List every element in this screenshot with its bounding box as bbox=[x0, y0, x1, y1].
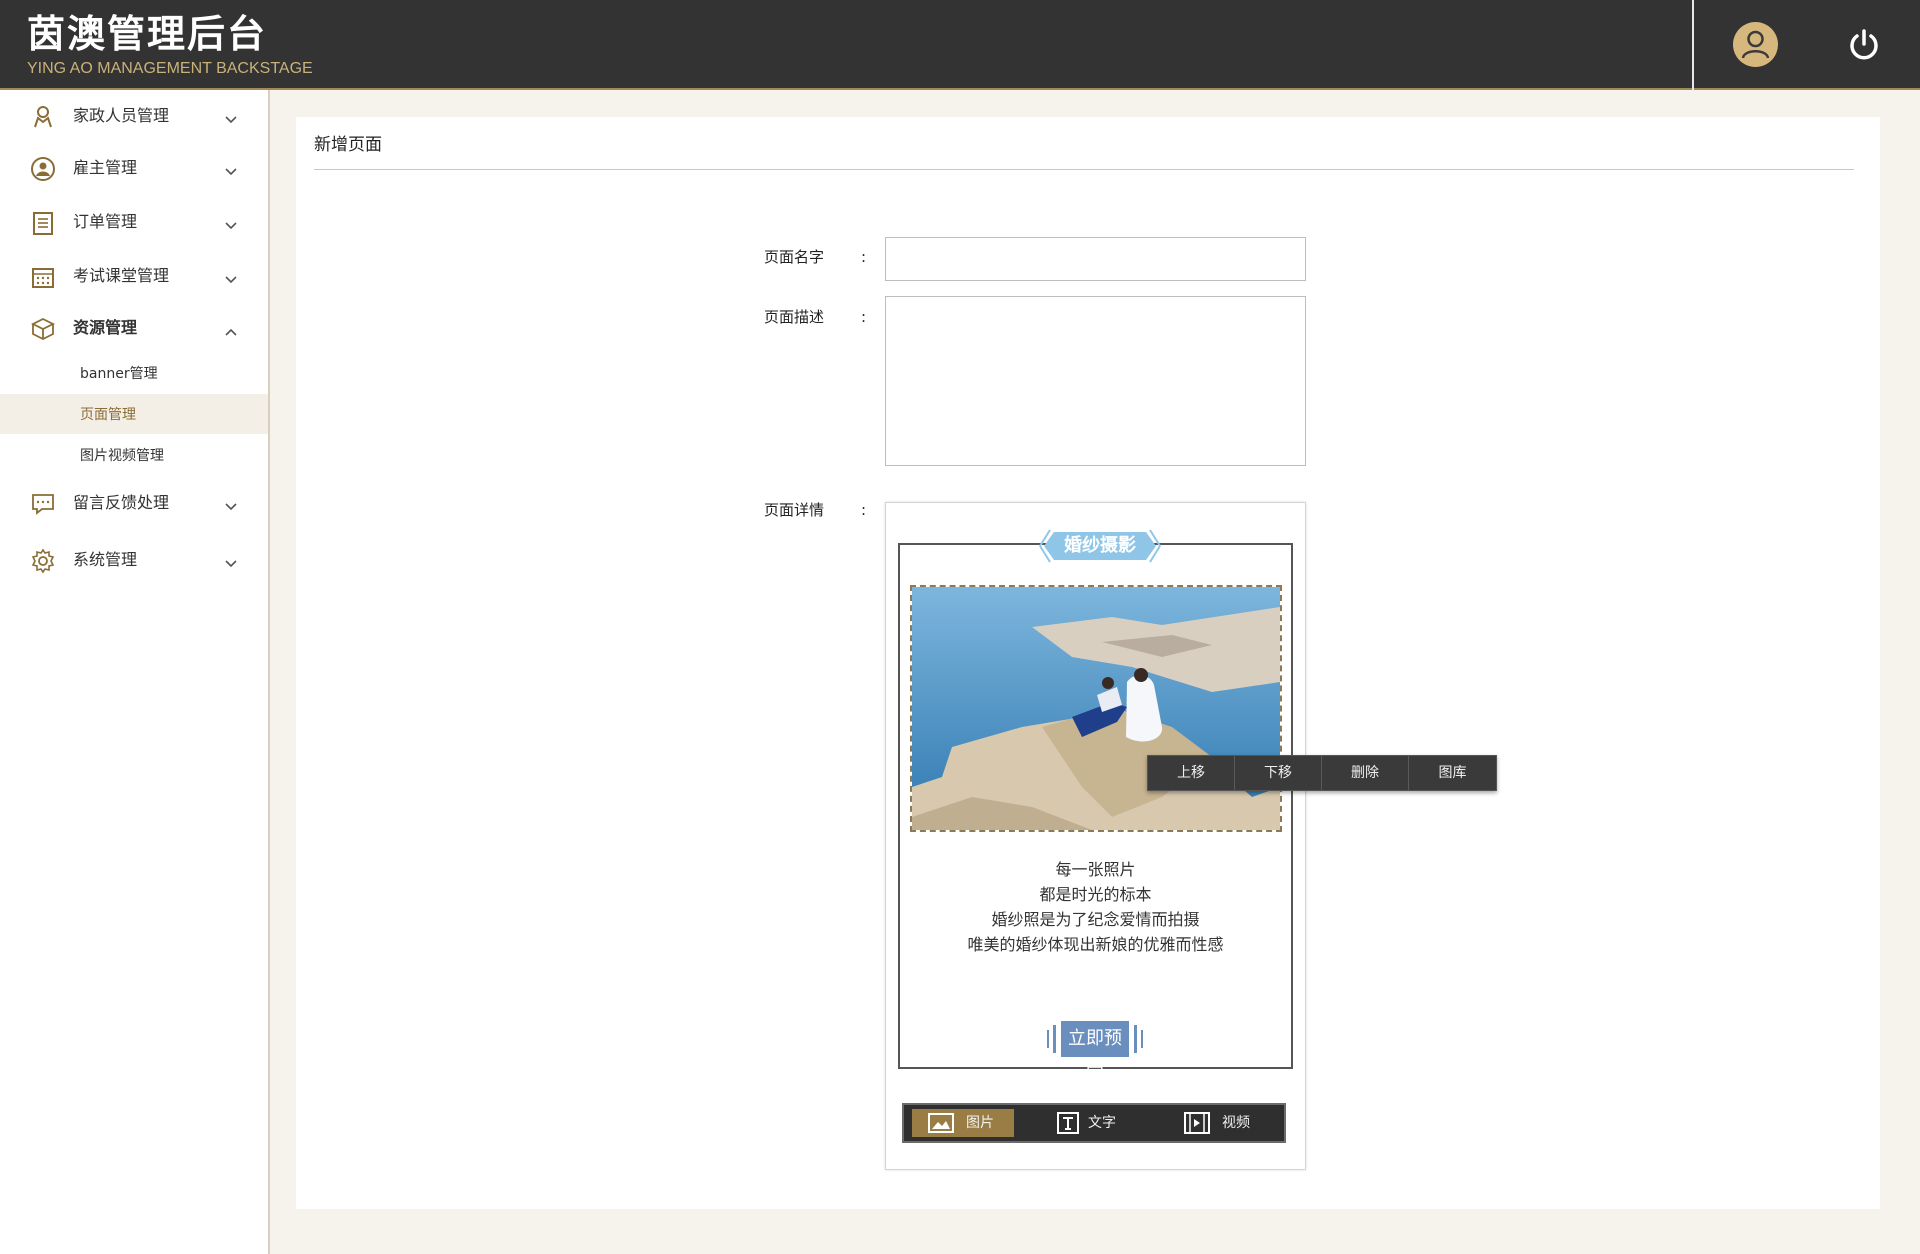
caption-line: 都是时光的标本 bbox=[1039, 885, 1152, 904]
sidebar-subitem-label: 页面管理 bbox=[80, 407, 136, 423]
chevron-down-icon bbox=[224, 497, 238, 511]
ribbon-title: 婚纱摄影 bbox=[1064, 535, 1136, 556]
housekeeper-icon bbox=[30, 104, 56, 130]
caption-line: 每一张照片 bbox=[1055, 860, 1136, 879]
chevron-down-icon bbox=[224, 554, 238, 568]
sidebar: 家政人员管理 雇主管理 订单管理 考试课堂管理 资源管理 banner管理 页面… bbox=[0, 90, 270, 1254]
text-icon bbox=[1056, 1111, 1082, 1135]
book-button-bar bbox=[1047, 1030, 1049, 1048]
delete-button[interactable]: 删除 bbox=[1322, 756, 1409, 790]
app-subtitle: YING AO MANAGEMENT BACKSTAGE bbox=[27, 60, 313, 77]
insert-text-button[interactable]: 文字 bbox=[1040, 1109, 1140, 1137]
order-icon bbox=[30, 210, 56, 236]
sidebar-item-housekeeper[interactable]: 家政人员管理 bbox=[0, 94, 268, 138]
sidebar-subitem-label: banner管理 bbox=[80, 366, 158, 382]
sidebar-item-system[interactable]: 系统管理 bbox=[0, 538, 268, 582]
chevron-down-icon bbox=[224, 270, 238, 284]
message-icon bbox=[30, 491, 56, 517]
chevron-down-icon bbox=[224, 162, 238, 176]
sidebar-item-label: 订单管理 bbox=[73, 212, 138, 231]
page-desc-label: 页面描述 bbox=[764, 308, 825, 326]
gallery-button[interactable]: 图库 bbox=[1409, 756, 1496, 790]
insert-toolbar: 图片 文字 视频 bbox=[902, 1103, 1286, 1143]
insert-image-button[interactable]: 图片 bbox=[912, 1109, 1014, 1137]
book-button-bar bbox=[1053, 1025, 1056, 1053]
title-ribbon: 婚纱摄影 bbox=[1030, 527, 1170, 565]
power-icon[interactable] bbox=[1846, 27, 1882, 63]
sidebar-item-label: 家政人员管理 bbox=[73, 106, 170, 125]
block-action-popup: 上移 下移 删除 图库 bbox=[1147, 755, 1497, 791]
page-detail-label: 页面详情 bbox=[764, 501, 825, 519]
caption-line: 婚纱照是为了纪念爱情而拍摄 bbox=[991, 910, 1200, 929]
insert-text-label: 文字 bbox=[1088, 1115, 1116, 1131]
sidebar-subitem-label: 图片视频管理 bbox=[80, 448, 164, 464]
video-icon bbox=[1184, 1111, 1210, 1135]
brand: 茵澳管理后台 YING AO MANAGEMENT BACKSTAGE bbox=[27, 12, 313, 80]
sidebar-item-label: 雇主管理 bbox=[73, 158, 138, 177]
page-name-input[interactable] bbox=[885, 237, 1306, 281]
image-icon bbox=[928, 1111, 954, 1135]
chevron-down-icon bbox=[224, 216, 238, 230]
move-up-button[interactable]: 上移 bbox=[1148, 756, 1235, 790]
page-title: 新增页面 bbox=[314, 135, 382, 155]
caption-line: 唯美的婚纱体现出新娘的优雅而性感 bbox=[967, 935, 1224, 954]
sidebar-item-exam-class[interactable]: 考试课堂管理 bbox=[0, 254, 268, 298]
move-down-button[interactable]: 下移 bbox=[1235, 756, 1322, 790]
sidebar-subitem-media[interactable]: 图片视频管理 bbox=[0, 435, 268, 475]
gear-icon bbox=[30, 548, 56, 574]
insert-video-button[interactable]: 视频 bbox=[1168, 1109, 1278, 1137]
chevron-up-icon bbox=[224, 322, 238, 336]
sidebar-item-feedback[interactable]: 留言反馈处理 bbox=[0, 481, 268, 525]
insert-image-label: 图片 bbox=[966, 1115, 994, 1131]
sidebar-item-label: 系统管理 bbox=[73, 550, 138, 569]
cube-icon bbox=[30, 316, 56, 342]
colon: : bbox=[861, 308, 867, 326]
colon: : bbox=[861, 248, 867, 266]
app-title: 茵澳管理后台 bbox=[27, 12, 268, 56]
sidebar-item-label: 资源管理 bbox=[73, 318, 138, 337]
sidebar-item-label: 留言反馈处理 bbox=[73, 493, 170, 512]
wedding-photo[interactable] bbox=[910, 585, 1282, 832]
sidebar-item-orders[interactable]: 订单管理 bbox=[0, 200, 268, 244]
book-button-bar bbox=[1134, 1025, 1137, 1053]
top-header: 茵澳管理后台 YING AO MANAGEMENT BACKSTAGE bbox=[0, 0, 1920, 90]
preview-frame: 婚纱摄影 每一张照片 都是时光的标本 婚纱照是为了纪念爱情而拍摄 唯美的婚纱体现… bbox=[898, 529, 1293, 1085]
sidebar-item-employer[interactable]: 雇主管理 bbox=[0, 146, 268, 190]
page-detail-preview: 婚纱摄影 每一张照片 都是时光的标本 婚纱照是为了纪念爱情而拍摄 唯美的婚纱体现… bbox=[885, 502, 1306, 1170]
book-now-label: 立即预定 bbox=[1061, 1021, 1129, 1085]
employer-icon bbox=[30, 156, 56, 182]
book-now-button[interactable]: 立即预定 bbox=[1047, 1021, 1143, 1085]
page-name-label: 页面名字 bbox=[764, 248, 825, 266]
page-desc-textarea[interactable] bbox=[885, 296, 1306, 466]
header-divider bbox=[1692, 0, 1694, 90]
content-card: 新增页面 页面名字 : 页面描述 : 页面详情 : 婚纱摄影 每一张照片 都是时… bbox=[296, 117, 1880, 1209]
sidebar-subitem-banner[interactable]: banner管理 bbox=[0, 353, 268, 393]
title-divider bbox=[314, 169, 1854, 170]
calendar-icon bbox=[30, 264, 56, 290]
sidebar-item-label: 考试课堂管理 bbox=[73, 266, 170, 285]
sidebar-subitem-pages[interactable]: 页面管理 bbox=[0, 394, 268, 434]
sidebar-item-resources[interactable]: 资源管理 bbox=[0, 306, 268, 350]
colon: : bbox=[861, 501, 867, 519]
insert-video-label: 视频 bbox=[1222, 1115, 1250, 1131]
chevron-down-icon bbox=[224, 110, 238, 124]
user-avatar-icon[interactable] bbox=[1733, 22, 1778, 67]
book-button-bar bbox=[1141, 1030, 1143, 1048]
